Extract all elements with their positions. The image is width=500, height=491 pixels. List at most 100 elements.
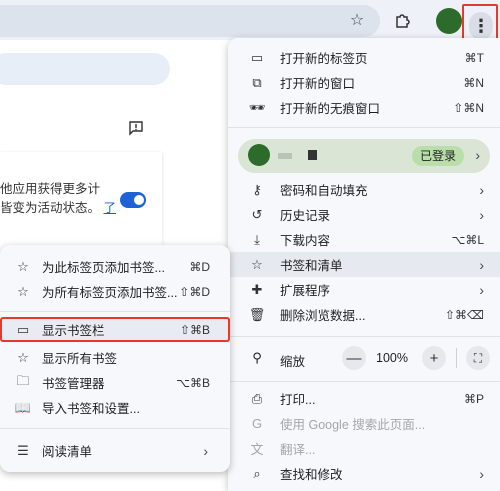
browser-toolbar: ☆ ⋮ — [0, 0, 500, 48]
history-icon: ↺ — [251, 206, 263, 222]
submenu-manager[interactable]: 🗀 书签管理器 ⌥⌘B — [0, 370, 230, 395]
submenu-import-label: 导入书签和设置... — [42, 402, 140, 416]
card-text-line2: 皆变为活动状态。 了 — [0, 199, 116, 218]
card-text-line1: 他应用获得更多计 — [0, 182, 101, 196]
zoom-label: 缩放 — [280, 355, 306, 369]
menu-divider — [228, 127, 500, 128]
profile-name-mark — [308, 150, 317, 160]
zoom-value: 100% — [376, 351, 408, 365]
chevron-right-icon: › — [479, 465, 484, 482]
menu-downloads-label: 下载内容 — [280, 234, 331, 248]
zoom-divider — [456, 348, 457, 368]
menu-divider — [228, 336, 500, 337]
profile-row[interactable]: 已登录 › — [238, 139, 490, 173]
search-box[interactable] — [0, 53, 170, 85]
menu-find-edit-label: 查找和修改 — [280, 468, 343, 482]
submenu-show-bar-shortcut: ⇧⌘B — [179, 322, 210, 337]
menu-incognito[interactable]: 🕶 打开新的无痕窗口 ⇧⌘N — [228, 95, 500, 120]
menu-incognito-shortcut: ⇧⌘N — [453, 100, 484, 115]
submenu-manager-label: 书签管理器 — [42, 377, 105, 391]
menu-downloads-shortcut: ⌥⌘L — [451, 232, 484, 247]
learn-more-link[interactable]: 了 — [104, 201, 117, 215]
signed-in-badge: 已登录 — [412, 146, 465, 166]
profile-avatar — [248, 144, 270, 166]
submenu-import[interactable]: 📖 导入书签和设置... — [0, 395, 230, 420]
submenu-bookmark-all-shortcut: ⇧⌘D — [179, 284, 210, 299]
menu-find-edit[interactable]: ⌕ 查找和修改 › — [228, 461, 500, 486]
zoom-magnifier-icon: ⚲ — [252, 350, 262, 365]
menu-new-tab[interactable]: ▭ 打开新的标签页 ⌘T — [228, 45, 500, 70]
menu-history[interactable]: ↺ 历史记录 › — [228, 202, 500, 227]
menu-print[interactable]: ⎙ 打印... ⌘P — [228, 386, 500, 411]
star-icon: ☆ — [17, 258, 29, 274]
zoom-row: ⚲ 缩放 — 100% + ⛶ — [228, 343, 500, 373]
submenu-show-all[interactable]: ☆ 显示所有书签 — [0, 345, 230, 370]
menu-print-label: 打印... — [280, 393, 316, 407]
menu-downloads[interactable]: ⤓ 下载内容 ⌥⌘L — [228, 227, 500, 252]
submenu-divider — [0, 428, 230, 429]
submenu-bookmark-tab-label: 为此标签页添加书签... — [42, 261, 165, 275]
profile-name-redacted — [278, 153, 292, 159]
menu-new-tab-shortcut: ⌘T — [464, 50, 484, 65]
submenu-manager-shortcut: ⌥⌘B — [176, 375, 210, 390]
submenu-show-bar-label: 显示书签栏 — [42, 324, 105, 338]
submenu-bookmark-tab[interactable]: ☆ 为此标签页添加书签... ⌘D — [0, 254, 230, 279]
menu-new-window[interactable]: ⧉ 打开新的窗口 ⌘N — [228, 70, 500, 95]
key-icon: ⚷ — [252, 181, 262, 197]
address-bar[interactable] — [0, 5, 380, 37]
menu-extensions[interactable]: ✚ 扩展程序 › — [228, 277, 500, 302]
chrome-main-menu: ▭ 打开新的标签页 ⌘T ⧉ 打开新的窗口 ⌘N 🕶 打开新的无痕窗口 ⇧⌘N … — [228, 38, 500, 491]
submenu-reading-list[interactable]: ☰ 阅读清单 › — [0, 438, 230, 463]
star-icon: ☆ — [251, 256, 263, 272]
submenu-bookmark-all-label: 为所有标签页添加书签... — [42, 286, 178, 300]
download-icon: ⤓ — [254, 231, 260, 247]
google-g-icon: G — [251, 416, 263, 431]
star-icon[interactable]: ☆ — [346, 9, 368, 31]
chevron-right-icon: › — [479, 206, 484, 223]
chevron-right-icon: › — [479, 181, 484, 198]
menu-print-shortcut: ⌘P — [463, 391, 484, 406]
reading-list-icon: ☰ — [17, 442, 29, 458]
menu-divider — [228, 381, 500, 382]
find-icon: ⌕ — [253, 465, 261, 481]
menu-incognito-label: 打开新的无痕窗口 — [280, 102, 381, 116]
new-window-icon: ⧉ — [252, 74, 262, 90]
chevron-right-icon: › — [479, 281, 484, 298]
menu-extensions-label: 扩展程序 — [280, 284, 331, 298]
chevron-right-icon: › — [475, 147, 480, 163]
star-list-icon: ☆ — [17, 349, 29, 365]
extensions-puzzle-icon[interactable] — [392, 9, 414, 31]
submenu-show-bookmarks-bar[interactable]: ▭ 显示书签栏 ⇧⌘B — [0, 317, 230, 342]
card-text: 他应用获得更多计 皆变为活动状态。 了 — [0, 180, 116, 218]
setting-toggle[interactable] — [120, 192, 146, 208]
card-text-line2-text: 皆变为活动状态。 — [0, 201, 101, 215]
bookmarks-bar-icon: ▭ — [16, 321, 30, 337]
submenu-bookmark-tab-shortcut: ⌘D — [189, 259, 210, 274]
menu-clear-data[interactable]: 🗑 删除浏览数据... ⇧⌘⌫ — [228, 302, 500, 327]
more-menu-icon[interactable]: ⋮ — [469, 12, 493, 40]
menu-passwords[interactable]: ⚷ 密码和自动填充 › — [228, 177, 500, 202]
extensions-icon: ✚ — [251, 281, 263, 297]
import-book-icon: 📖 — [14, 399, 32, 415]
submenu-bookmark-all[interactable]: ☆ 为所有标签页添加书签... ⇧⌘D — [0, 279, 230, 304]
zoom-in-button[interactable]: + — [422, 346, 446, 370]
new-tab-icon: ▭ — [250, 49, 264, 65]
menu-bookmarks[interactable]: ☆ 书签和清单 › — [228, 252, 500, 277]
menu-new-tab-label: 打开新的标签页 — [280, 52, 368, 66]
menu-google-search[interactable]: G 使用 Google 搜索此页面... — [228, 411, 500, 436]
bookmarks-submenu: ☆ 为此标签页添加书签... ⌘D ☆ 为所有标签页添加书签... ⇧⌘D ▭ … — [0, 245, 230, 472]
menu-translate-label: 翻译... — [280, 443, 316, 457]
feedback-icon[interactable] — [126, 118, 146, 138]
menu-history-label: 历史记录 — [280, 209, 331, 223]
folder-star-icon: 🗀 — [16, 372, 30, 388]
menu-new-window-label: 打开新的窗口 — [280, 77, 356, 91]
menu-clear-data-shortcut: ⇧⌘⌫ — [444, 307, 484, 322]
fullscreen-icon[interactable]: ⛶ — [466, 346, 490, 370]
menu-translate[interactable]: 文 翻译... — [228, 436, 500, 461]
menu-passwords-label: 密码和自动填充 — [280, 184, 368, 198]
zoom-out-button[interactable]: — — [342, 346, 366, 370]
incognito-icon: 🕶 — [248, 99, 266, 115]
profile-avatar-icon[interactable] — [436, 8, 462, 34]
chevron-right-icon: › — [479, 256, 484, 273]
submenu-divider — [0, 311, 230, 312]
